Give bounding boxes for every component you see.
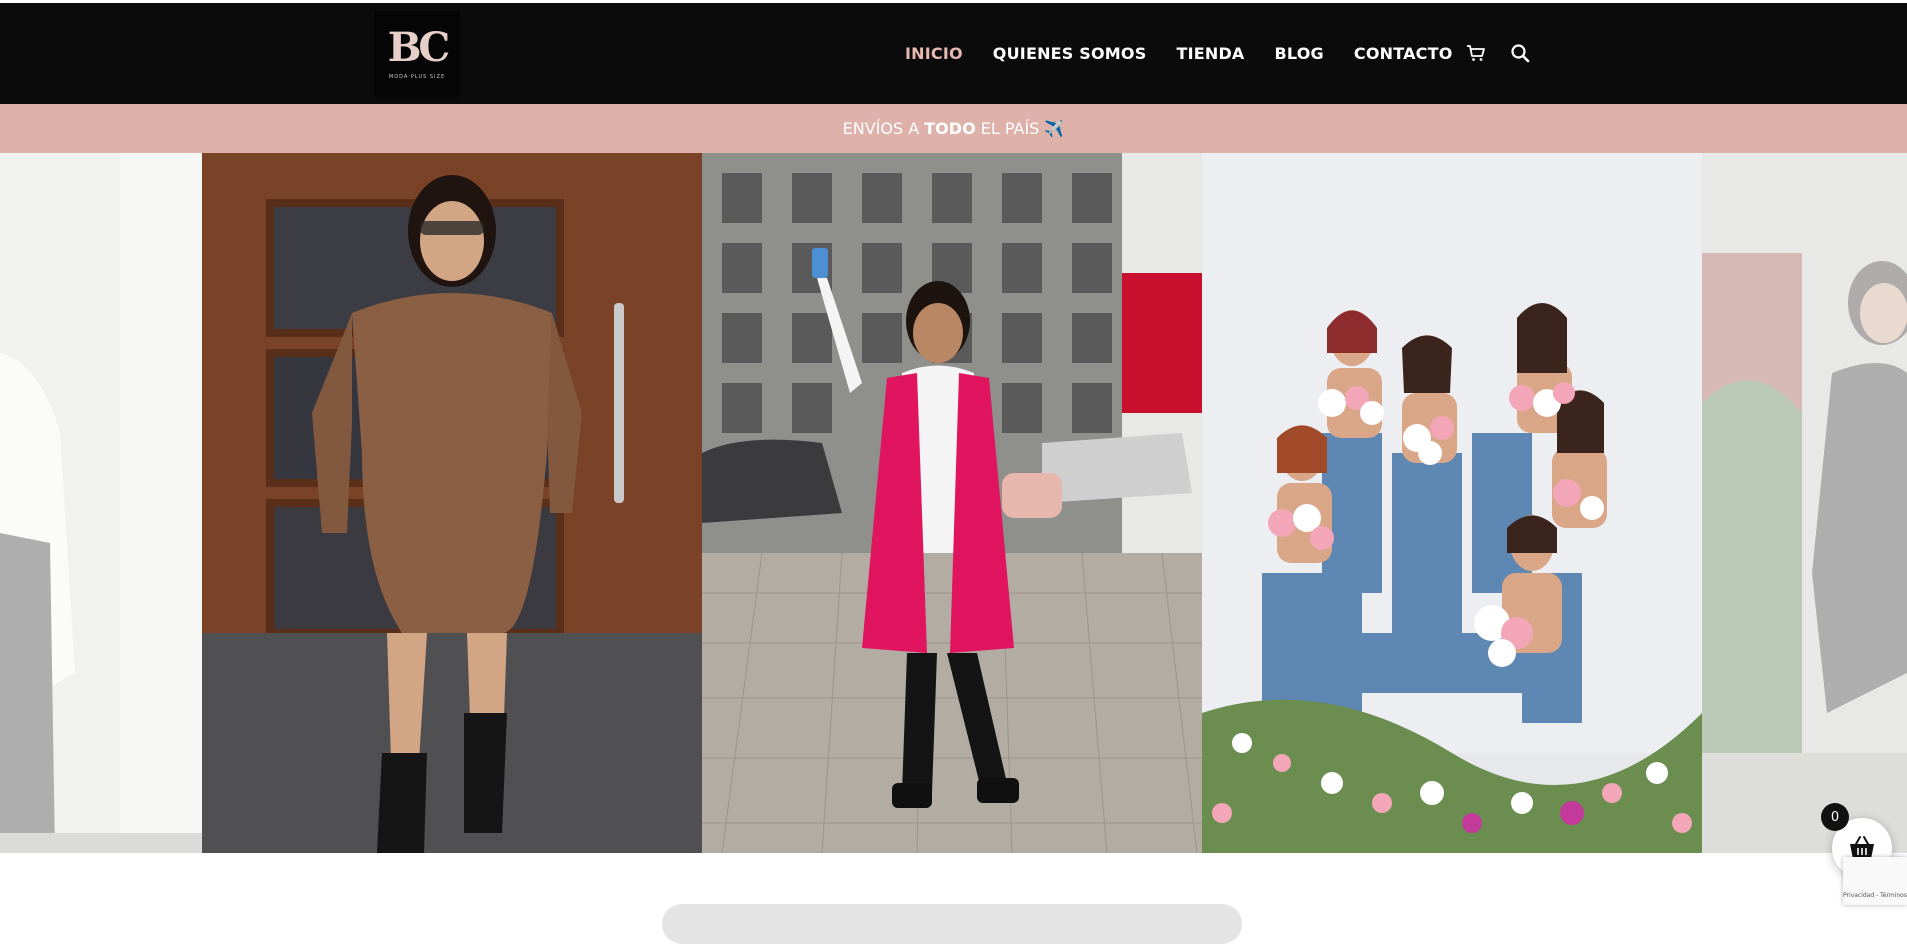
nav-inicio[interactable]: INICIO [905,44,963,63]
shipping-banner-text: ENVÍOS A TODO EL PAÍS ✈️ [842,119,1065,138]
nav-tienda[interactable]: TIENDA [1176,44,1244,63]
recaptcha-label: Privacidad - Términos [1843,892,1907,899]
nav-quienes-somos[interactable]: QUIENES SOMOS [993,44,1147,63]
slide-group-flowers[interactable] [1202,153,1702,853]
airplane-icon: ✈️ [1044,119,1065,138]
cart-icon[interactable] [1464,41,1488,65]
slide-pink-vest-selfie[interactable] [702,153,1202,853]
main-nav: INICIO QUIENES SOMOS TIENDA BLOG CONTACT… [905,3,1483,104]
recaptcha-badge[interactable]: Privacidad - Términos [1843,857,1907,905]
nav-contacto[interactable]: CONTACTO [1354,44,1453,63]
logo-mark: BC [387,24,450,71]
image-carousel[interactable] [0,153,1907,853]
nav-blog[interactable]: BLOG [1275,44,1324,63]
site-header: BC MODA PLUS SIZE INICIO QUIENES SOMOS T… [0,3,1907,104]
site-logo[interactable]: BC MODA PLUS SIZE [374,11,460,97]
slide-brown-knit-dress[interactable] [202,153,702,853]
slide-black-dress-garden[interactable] [1702,153,1907,853]
slide-white-top-leather-pants[interactable] [0,153,202,853]
next-section-hint [662,904,1242,944]
search-icon[interactable] [1508,41,1532,65]
shipping-banner: ENVÍOS A TODO EL PAÍS ✈️ [0,104,1907,153]
cart-count-badge: 0 [1821,803,1849,831]
logo-subtitle: MODA PLUS SIZE [388,74,446,80]
